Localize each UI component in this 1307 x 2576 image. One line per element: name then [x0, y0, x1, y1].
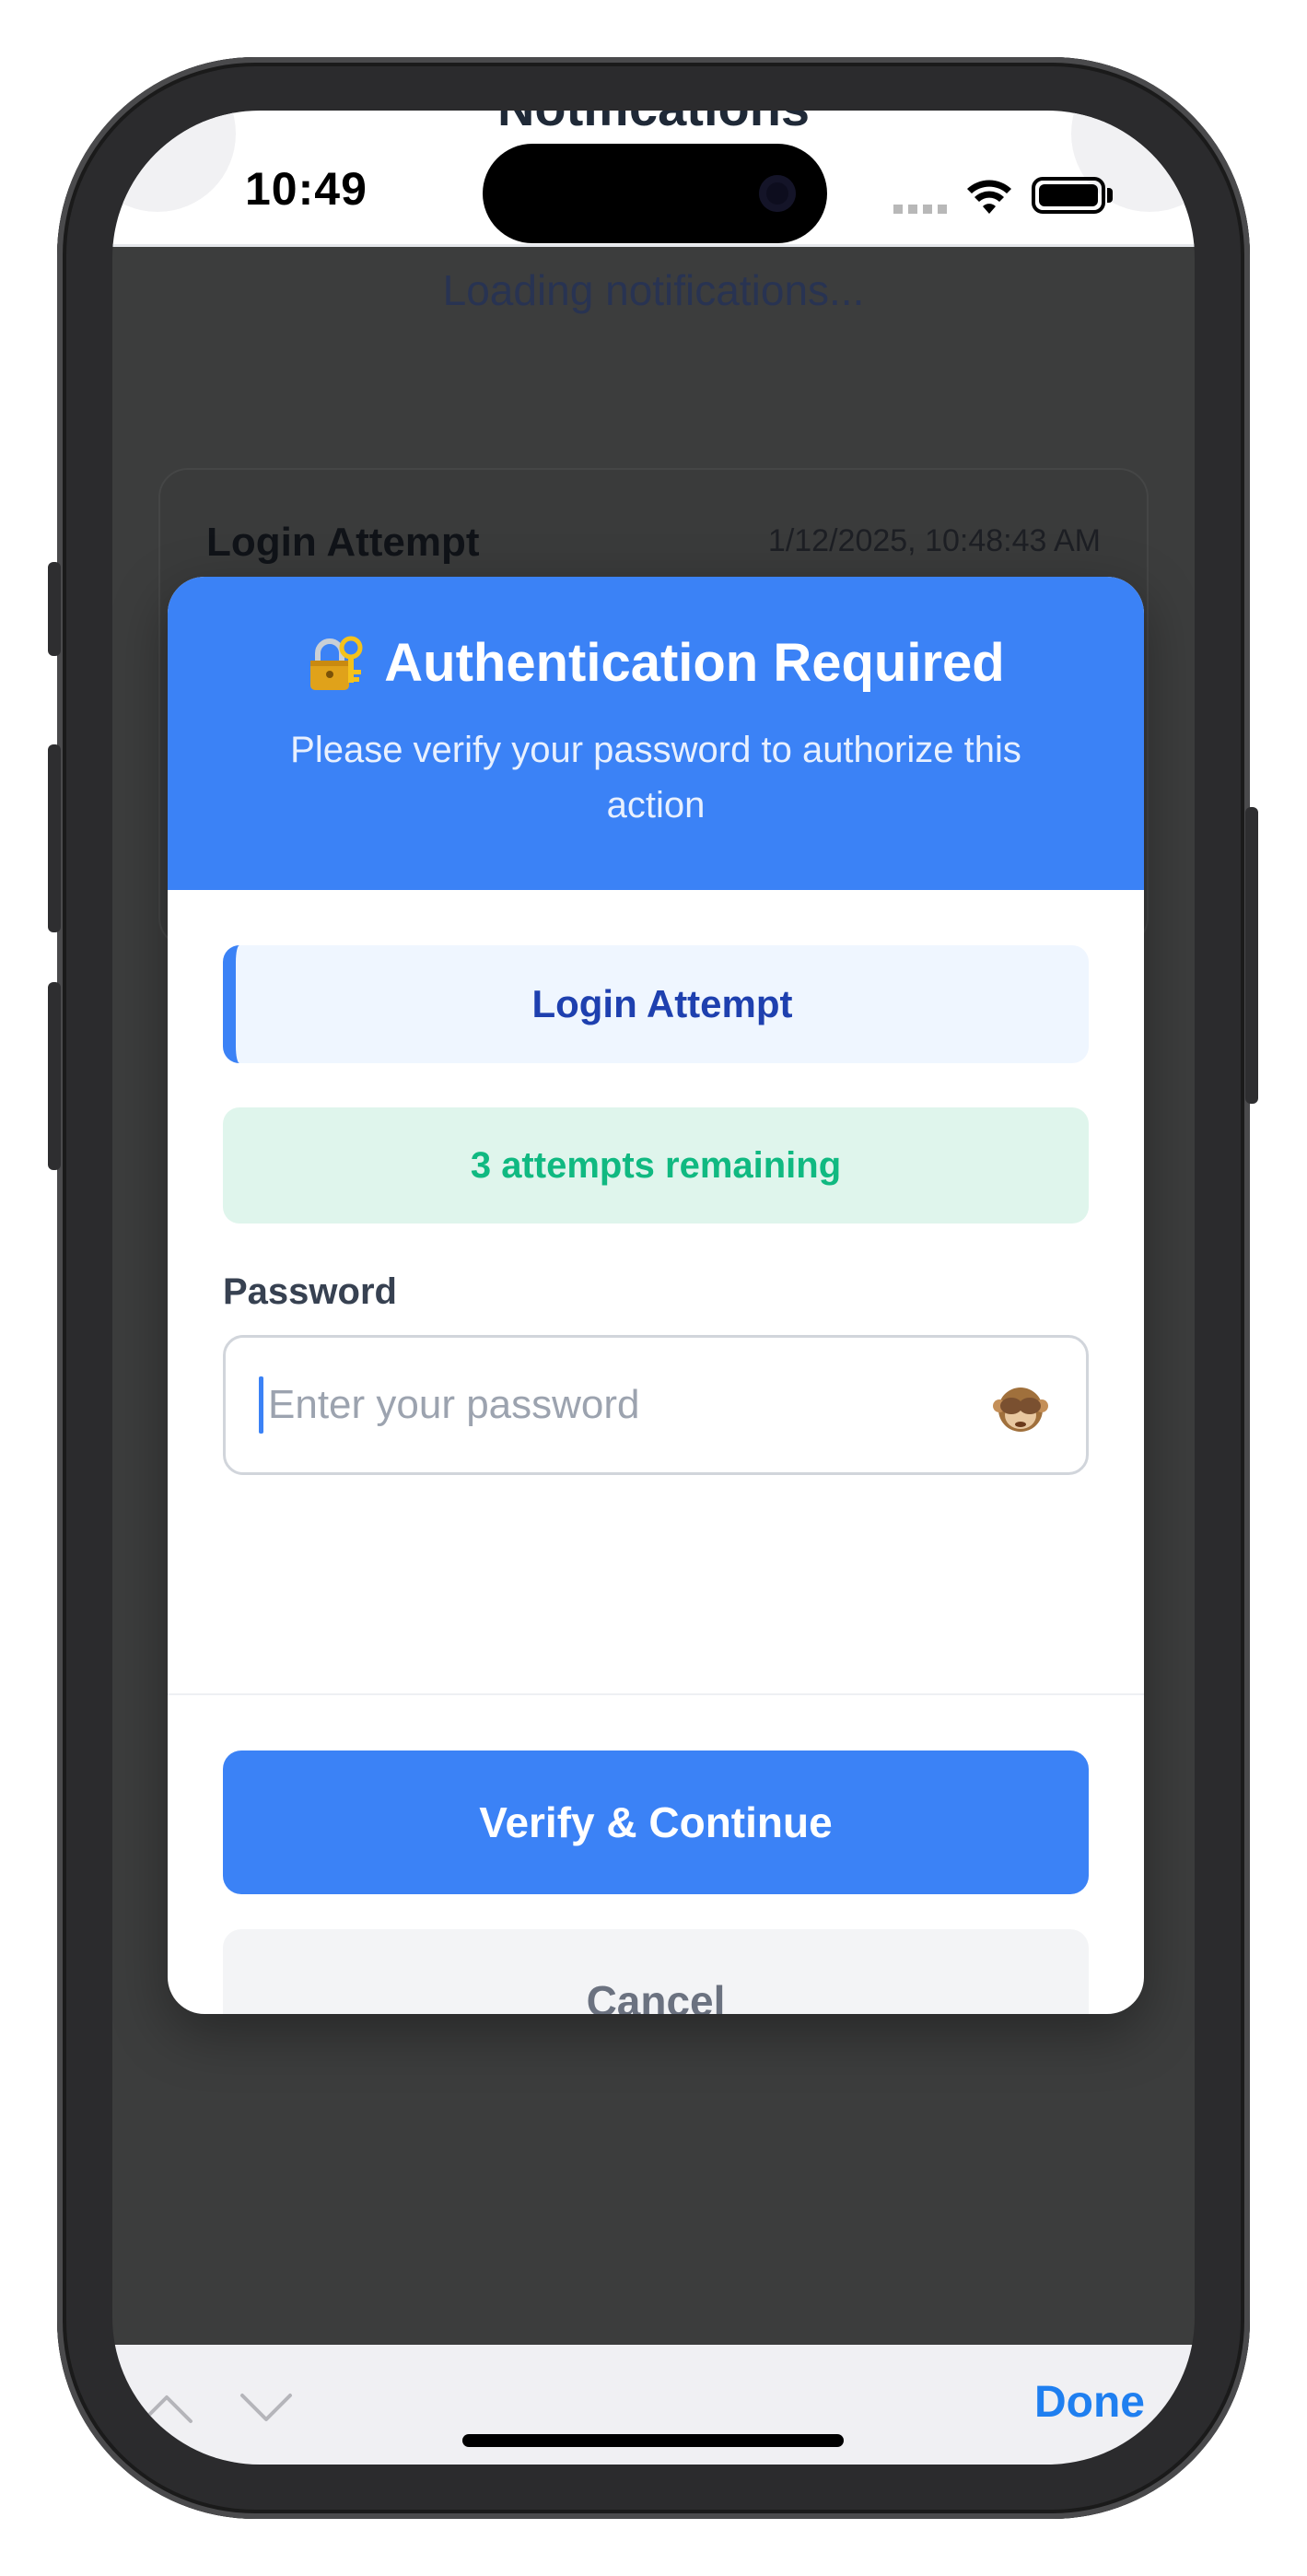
loading-text: Loading notifications... — [442, 266, 865, 314]
text-caret — [259, 1376, 263, 1434]
chevron-down-icon[interactable] — [239, 2393, 293, 2424]
password-label: Password — [223, 1271, 397, 1312]
action-context: Login Attempt — [223, 945, 1089, 1063]
lock-with-key-icon — [310, 636, 363, 690]
notification-title: Login Attempt — [206, 520, 480, 565]
home-indicator — [462, 2434, 844, 2447]
battery-icon — [1032, 177, 1105, 214]
modal-subtitle: Please verify your password to authorize… — [290, 730, 1021, 825]
cellular-signal-icon — [893, 205, 947, 214]
password-field — [223, 1335, 1089, 1475]
camera-icon — [759, 175, 796, 212]
chevron-up-icon[interactable] — [140, 2393, 193, 2424]
dynamic-island — [483, 144, 827, 243]
modal-title: Authentication Required — [168, 632, 1144, 694]
volume-down-button — [48, 982, 61, 1170]
action-button — [48, 562, 61, 656]
screen: Notifications 10:49 Loading notification… — [112, 111, 1195, 2465]
page-title: Notifications — [112, 111, 1195, 137]
attempts-remaining-badge: 3 attempts remaining — [223, 1107, 1089, 1224]
notification-timestamp: 1/12/2025, 10:48:43 AM — [767, 523, 1101, 558]
wifi-icon — [967, 180, 1011, 214]
modal-footer: Verify & Continue Cancel — [223, 1751, 1089, 2014]
status-time: 10:49 — [245, 163, 368, 215]
password-input[interactable] — [263, 1338, 963, 1472]
power-button — [1245, 807, 1258, 1104]
verify-continue-button[interactable]: Verify & Continue — [223, 1751, 1089, 1894]
modal-body: Login Attempt 3 attempts remaining Passw… — [223, 945, 1089, 1475]
modal-divider — [168, 1693, 1144, 1695]
auth-modal: Authentication Required Please verify yo… — [168, 577, 1144, 2014]
battery-tip — [1107, 188, 1113, 203]
modal-title-text: Authentication Required — [384, 633, 1005, 693]
cancel-button[interactable]: Cancel — [223, 1929, 1089, 2014]
done-button[interactable]: Done — [1029, 2376, 1150, 2429]
volume-up-button — [48, 744, 61, 932]
modal-header: Authentication Required Please verify yo… — [168, 577, 1144, 890]
see-no-evil-monkey-icon[interactable] — [992, 1378, 1049, 1435]
